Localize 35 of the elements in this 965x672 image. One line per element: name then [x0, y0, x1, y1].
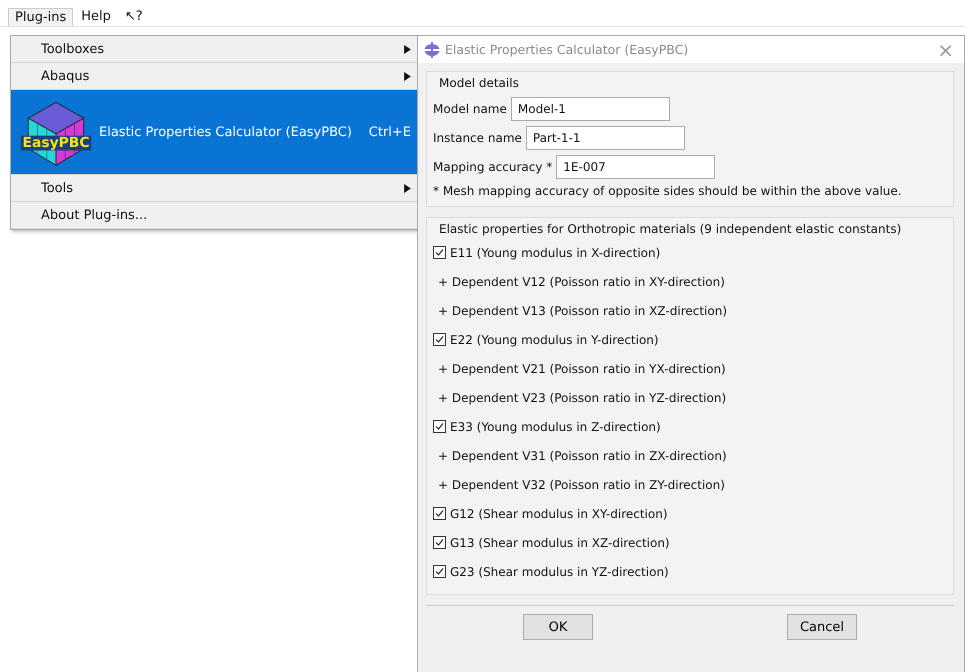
dependent-label: + Dependent V12 (Poisson ratio in XY-direction)	[437, 274, 726, 290]
field-label: Model name	[433, 102, 507, 116]
menu-bar-item[interactable]: ↖?	[118, 8, 149, 26]
checkbox-label: E11 (Young modulus in X-direction)	[450, 246, 660, 260]
app-icon	[424, 42, 440, 58]
checkbox[interactable]	[433, 507, 446, 520]
checkbox-label: E33 (Young modulus in Z-direction)	[450, 420, 661, 434]
checkbox[interactable]	[433, 536, 446, 549]
field-label: Instance name	[433, 131, 522, 145]
input-field[interactable]: 1E-007	[556, 155, 716, 179]
dependent-label: + Dependent V21 (Poisson ratio in YX-direction)	[437, 360, 727, 378]
checkbox[interactable]	[433, 420, 446, 433]
checkbox-label: G23 (Shear modulus in YZ-direction)	[450, 564, 669, 578]
dialog-button[interactable]: OK	[523, 614, 593, 640]
window-title: Elastic Properties Calculator (EasyPBC)	[445, 42, 690, 57]
checkbox-label: E22 (Young modulus in Y-direction)	[450, 332, 659, 346]
dependent-label: + Dependent V32 (Poisson ratio in ZY-direction)	[437, 476, 726, 494]
dialog-button[interactable]: Cancel	[787, 614, 857, 640]
group-title: Model details	[438, 76, 520, 90]
checkbox[interactable]	[433, 333, 446, 346]
dependent-label: + Dependent V13 (Poisson ratio in XZ-direction)	[437, 302, 728, 320]
checkbox[interactable]	[433, 246, 446, 259]
field-label: Mapping accuracy *	[433, 160, 552, 174]
input-field[interactable]: Part-1-1	[526, 126, 685, 150]
menu-bar-item[interactable]: Plug-ins	[8, 8, 74, 26]
menu-bar-item[interactable]: Help	[75, 8, 117, 26]
note-text: * Mesh mapping accuracy of opposite sides should be within the above value.	[433, 184, 903, 198]
menu-item[interactable]: EasyPBC Elastic Properties Calculator (EasyPBC) Ctrl+E	[11, 90, 419, 175]
checkbox-label: G13 (Shear modulus in XZ-direction)	[450, 536, 670, 550]
checkbox-label: G12 (Shear modulus in XY-direction)	[450, 506, 668, 520]
checkbox[interactable]	[433, 565, 446, 578]
input-field[interactable]: Model-1	[510, 97, 670, 121]
dependent-label: + Dependent V23 (Poisson ratio in YZ-direction)	[437, 390, 728, 406]
group-title: Elastic properties for Orthotropic materials (9 independent elastic constants)	[438, 222, 902, 236]
dependent-label: + Dependent V31 (Poisson ratio in ZX-direction)	[437, 448, 728, 464]
